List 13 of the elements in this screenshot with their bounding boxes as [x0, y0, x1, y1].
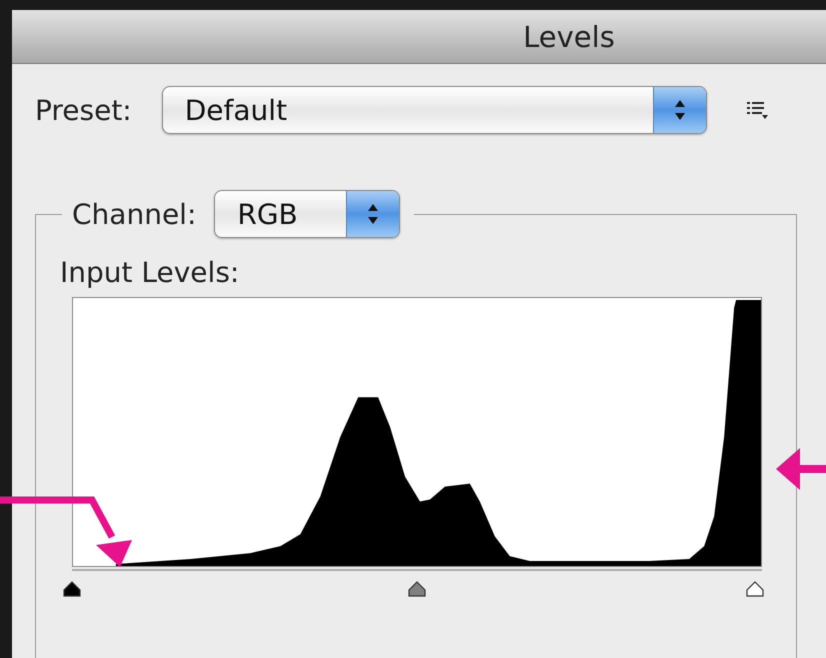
annotation-arrow	[776, 446, 826, 492]
input-levels-label: Input Levels:	[60, 256, 240, 289]
stepper-arrows-icon	[346, 191, 400, 237]
panel-menu-icon[interactable]	[746, 100, 769, 120]
channel-dropdown[interactable]: RGB	[214, 190, 400, 238]
channel-label: Channel:	[72, 198, 196, 230]
window-title: Levels	[523, 20, 615, 54]
input-slider-thumb[interactable]	[746, 581, 764, 597]
input-slider-thumb[interactable]	[408, 581, 426, 597]
preset-label: Preset:	[35, 94, 132, 126]
preset-dropdown[interactable]: Default	[162, 86, 707, 134]
input-slider-thumb[interactable]	[63, 581, 81, 597]
stepper-arrows-icon	[652, 87, 706, 133]
